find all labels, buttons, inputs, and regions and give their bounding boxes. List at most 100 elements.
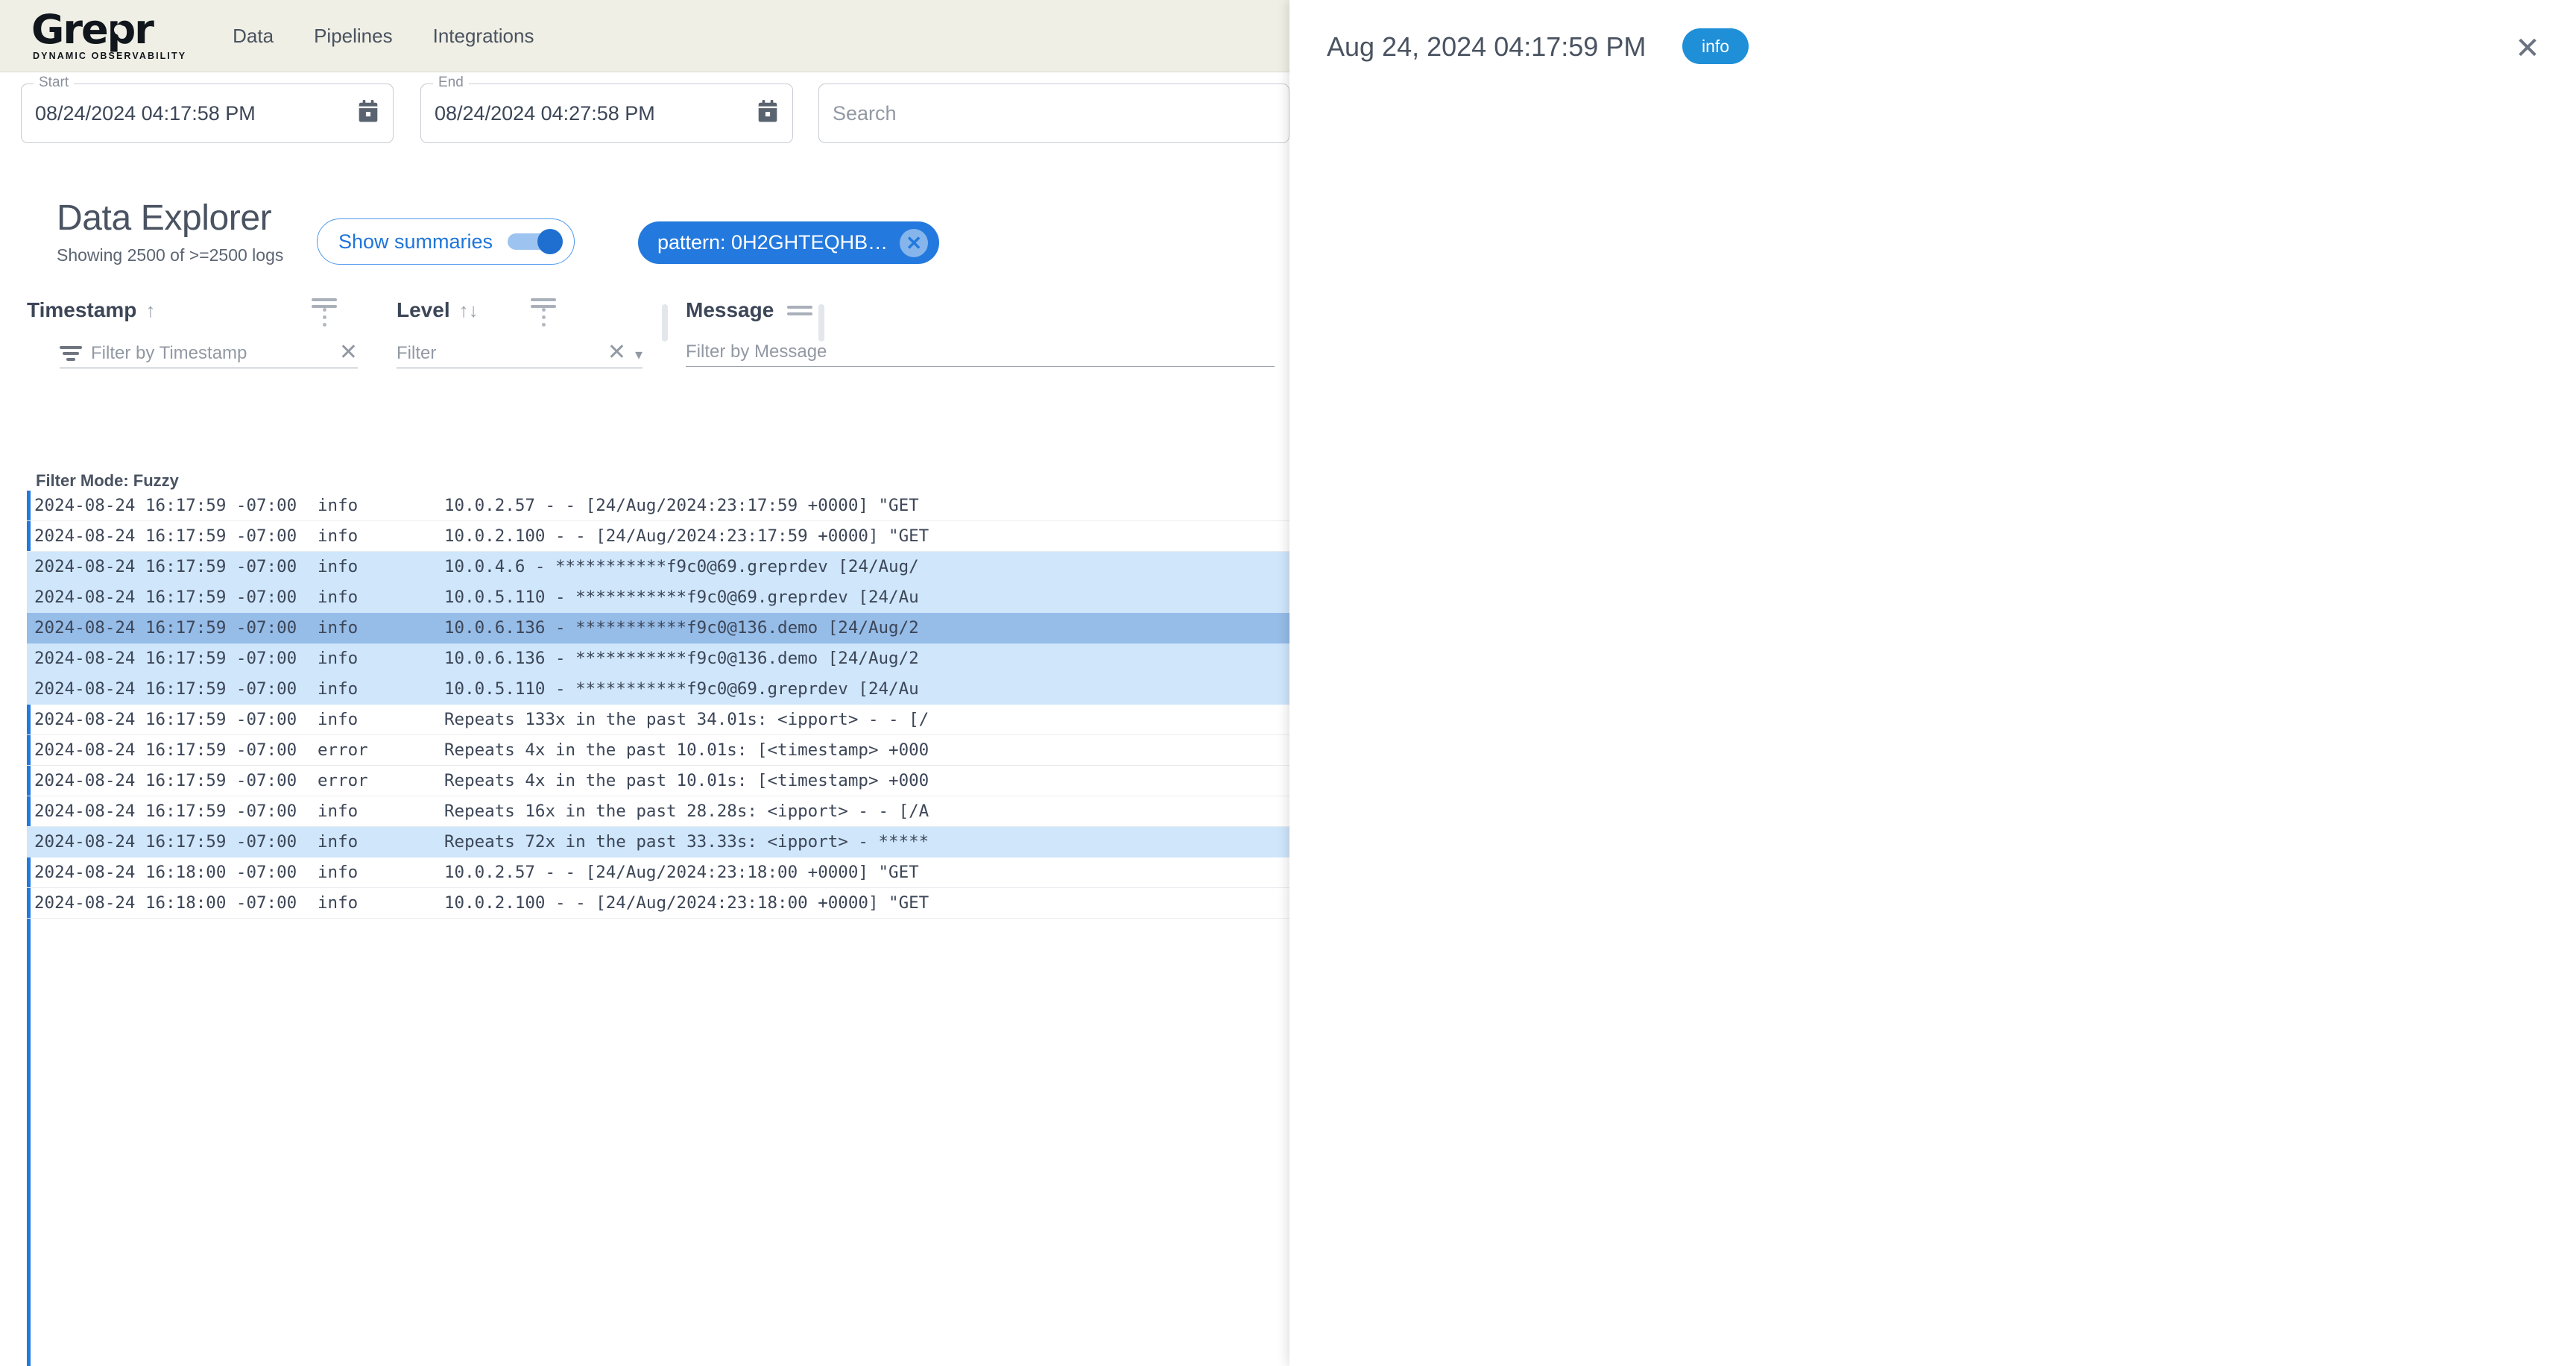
app-logo[interactable]: Grepr DYNAMIC OBSERVABILITY xyxy=(31,9,186,61)
chevron-down-icon[interactable]: ▾ xyxy=(635,345,643,364)
nav-link-pipelines[interactable]: Pipelines xyxy=(314,25,393,48)
cell-level: info xyxy=(318,496,359,515)
table-row[interactable]: 2024-08-24 16:18:00 -07:00 info 10.0.2.57 … xyxy=(27,857,1289,888)
calendar-icon[interactable] xyxy=(357,99,379,128)
logo-wordmark: Grepr xyxy=(31,9,154,49)
column-header-timestamp[interactable]: Timestamp ↑ xyxy=(27,298,155,322)
cell-level: info xyxy=(318,832,359,852)
cell-timestamp: 2024-08-24 16:17:59 -07:00 xyxy=(34,832,297,852)
cell-level: info xyxy=(318,863,359,882)
timestamp-filter-input[interactable]: Filter by Timestamp ✕ xyxy=(60,342,358,368)
table-row[interactable]: 2024-08-24 16:17:59 -07:00 info 10.0.5.110… xyxy=(27,582,1289,613)
table-row[interactable]: 2024-08-24 16:17:59 -07:00 info 10.0.2.100… xyxy=(27,521,1289,552)
cell-timestamp: 2024-08-24 16:18:00 -07:00 xyxy=(34,893,297,913)
cell-message: 10.0.2.100 - - [24/Aug/2024:23:18:00 +00… xyxy=(444,893,929,913)
nav-link-integrations[interactable]: Integrations xyxy=(433,25,534,48)
table-row[interactable]: 2024-08-24 16:18:00 -07:00 info 10.0.2.100… xyxy=(27,888,1289,919)
column-resizer[interactable] xyxy=(662,304,668,342)
filter-placeholder: Filter by Timestamp xyxy=(91,343,247,363)
table-row[interactable]: 2024-08-24 16:17:59 -07:00 info 10.0.6.136… xyxy=(27,643,1289,674)
column-options-icon[interactable] xyxy=(312,298,337,308)
table-row[interactable]: 2024-08-24 16:17:59 -07:00 info 10.0.5.110… xyxy=(27,674,1289,705)
column-header-message[interactable]: Message xyxy=(686,298,813,322)
column-resizer[interactable] xyxy=(818,304,824,342)
cell-timestamp: 2024-08-24 16:17:59 -07:00 xyxy=(34,588,297,607)
status-badge: info xyxy=(1682,28,1749,64)
search-placeholder: Search xyxy=(833,101,897,125)
column-kebab-icon[interactable] xyxy=(531,308,556,327)
cell-timestamp: 2024-08-24 16:18:00 -07:00 xyxy=(34,863,297,882)
sort-ascending-icon[interactable]: ↑ xyxy=(145,299,155,322)
column-label: Level xyxy=(397,298,450,321)
clear-filter-icon[interactable]: ✕ xyxy=(339,342,358,364)
timestamp-column-menu[interactable] xyxy=(312,298,337,327)
cell-level: error xyxy=(318,771,368,790)
message-filter-input[interactable]: Filter by Message xyxy=(686,342,1275,367)
calendar-icon[interactable] xyxy=(757,99,779,128)
table-row[interactable]: 2024-08-24 16:17:59 -07:00 info Repeats 16… xyxy=(27,796,1289,827)
cell-timestamp: 2024-08-24 16:17:59 -07:00 xyxy=(34,771,297,790)
column-kebab-icon[interactable] xyxy=(312,308,337,327)
cell-level: info xyxy=(318,649,359,668)
cell-timestamp: 2024-08-24 16:17:59 -07:00 xyxy=(34,649,297,668)
end-date-field[interactable]: End 08/24/2024 04:27:58 PM xyxy=(420,75,793,143)
column-header-level[interactable]: Level ↑↓ xyxy=(397,298,479,322)
close-icon[interactable]: ✕ xyxy=(900,228,929,257)
filter-placeholder: Filter by Message xyxy=(686,342,827,362)
logs-table: Timestamp ↑ Level ↑↓ Message Filter by T… xyxy=(0,298,1289,1366)
table-row[interactable]: 2024-08-24 16:17:59 -07:00 info Repeats 72… xyxy=(27,827,1289,857)
table-header: Timestamp ↑ Level ↑↓ Message Filter by T… xyxy=(0,298,1289,490)
level-column-menu[interactable] xyxy=(531,298,556,327)
cell-message: 10.0.5.110 - ***********f9c0@69.greprdev… xyxy=(444,679,919,699)
cell-message: 10.0.2.100 - - [24/Aug/2024:23:17:59 +00… xyxy=(444,526,929,546)
column-label: Timestamp xyxy=(27,298,137,321)
cell-level: info xyxy=(318,893,359,913)
detail-timestamp-title: Aug 24, 2024 04:17:59 PM xyxy=(1327,31,1647,62)
cell-timestamp: 2024-08-24 16:17:59 -07:00 xyxy=(34,740,297,760)
table-row[interactable]: 2024-08-24 16:17:59 -07:00 info 10.0.2.57 … xyxy=(27,491,1289,521)
cell-message: 10.0.2.57 - - [24/Aug/2024:23:18:00 +000… xyxy=(444,863,919,882)
table-body: 2024-08-24 16:17:59 -07:00 info 10.0.2.57 … xyxy=(27,491,1289,1366)
cell-timestamp: 2024-08-24 16:17:59 -07:00 xyxy=(34,526,297,546)
column-options-icon[interactable] xyxy=(787,305,813,315)
nav-links: Data Pipelines Integrations xyxy=(233,25,534,48)
cell-timestamp: 2024-08-24 16:17:59 -07:00 xyxy=(34,802,297,821)
level-filter-input[interactable]: Filter ✕ ▾ xyxy=(397,342,643,368)
cell-message: 10.0.6.136 - ***********f9c0@136.demo [2… xyxy=(444,649,919,668)
nav-link-data[interactable]: Data xyxy=(233,25,274,48)
cell-level: info xyxy=(318,588,359,607)
cell-message: 10.0.4.6 - ***********f9c0@69.greprdev [… xyxy=(444,557,919,576)
cell-level: info xyxy=(318,802,359,821)
column-label: Message xyxy=(686,298,774,321)
cell-level: info xyxy=(318,618,359,638)
cell-timestamp: 2024-08-24 16:17:59 -07:00 xyxy=(34,710,297,729)
show-summaries-toggle[interactable]: Show summaries xyxy=(317,218,575,265)
cell-level: error xyxy=(318,740,368,760)
filter-bar: Start 08/24/2024 04:17:58 PM End 08/24/2… xyxy=(0,75,1289,151)
toggle-knob xyxy=(537,229,564,254)
cell-message: Repeats 4x in the past 10.01s: [<timesta… xyxy=(444,771,929,790)
table-row[interactable]: 2024-08-24 16:17:59 -07:00 error Repeats 4… xyxy=(27,766,1289,796)
clear-filter-icon[interactable]: ✕ xyxy=(607,342,626,364)
pattern-filter-chip[interactable]: pattern: 0H2GHTEQHB… ✕ xyxy=(638,221,940,264)
cell-timestamp: 2024-08-24 16:17:59 -07:00 xyxy=(34,679,297,699)
close-icon[interactable]: ✕ xyxy=(2510,31,2545,66)
detail-panel-header: Aug 24, 2024 04:17:59 PM info ✕ xyxy=(1289,0,2576,109)
table-row[interactable]: 2024-08-24 16:17:59 -07:00 info Repeats 13… xyxy=(27,705,1289,735)
cell-timestamp: 2024-08-24 16:17:59 -07:00 xyxy=(34,496,297,515)
start-date-value: 08/24/2024 04:17:58 PM xyxy=(35,101,256,125)
toggle-switch[interactable] xyxy=(508,229,564,254)
search-input[interactable]: Search xyxy=(818,84,1289,143)
table-row[interactable]: 2024-08-24 16:17:59 -07:00 info 10.0.6.136… xyxy=(27,613,1289,643)
explorer-header: Data Explorer Showing 2500 of >=2500 log… xyxy=(57,198,283,265)
column-options-icon[interactable] xyxy=(531,298,556,308)
app-root: Grepr DYNAMIC OBSERVABILITY Data Pipelin… xyxy=(0,0,2576,1366)
sort-toggle-icon[interactable]: ↑↓ xyxy=(459,299,479,322)
cell-timestamp: 2024-08-24 16:17:59 -07:00 xyxy=(34,618,297,638)
start-date-field[interactable]: Start 08/24/2024 04:17:58 PM xyxy=(21,75,394,143)
log-detail-panel: Aug 24, 2024 04:17:59 PM info ✕ Hostip-1… xyxy=(1289,0,2576,1366)
cell-message: Repeats 133x in the past 34.01s: <ipport… xyxy=(444,710,929,729)
pattern-chip-label: pattern: 0H2GHTEQHB… xyxy=(657,231,888,254)
table-row[interactable]: 2024-08-24 16:17:59 -07:00 info 10.0.4.6 -… xyxy=(27,552,1289,582)
table-row[interactable]: 2024-08-24 16:17:59 -07:00 error Repeats 4… xyxy=(27,735,1289,766)
